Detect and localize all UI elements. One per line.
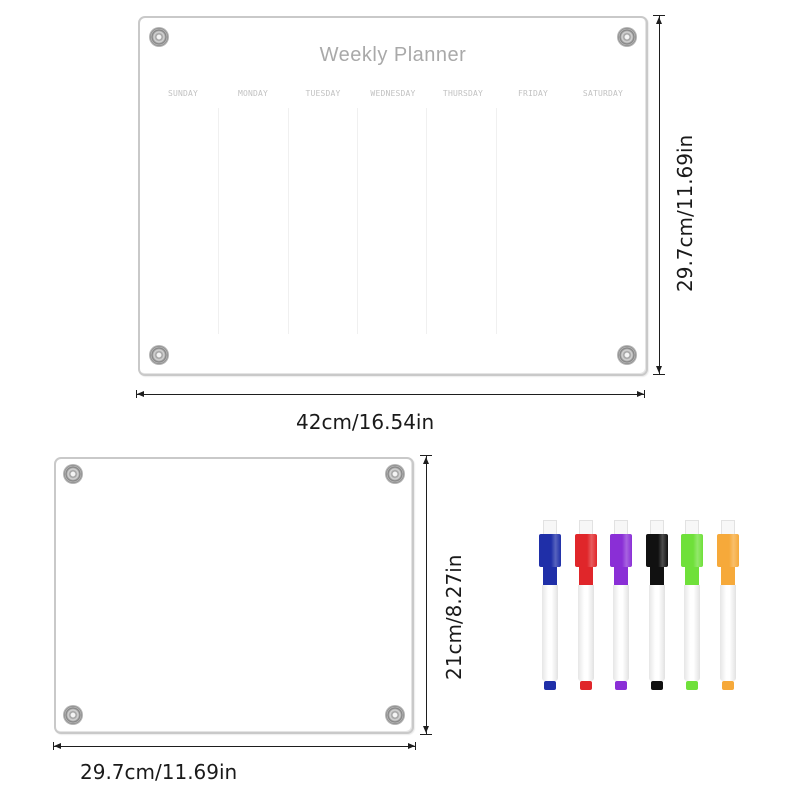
arrow-down-icon bbox=[656, 366, 662, 373]
marker-eraser-cap bbox=[614, 520, 628, 534]
large-width-label: 42cm/16.54in bbox=[296, 410, 435, 434]
marker-barrel bbox=[684, 585, 700, 681]
marker-black bbox=[646, 520, 668, 692]
marker-neck bbox=[650, 567, 664, 585]
day-label-friday: FRIDAY bbox=[517, 89, 549, 98]
marker-tip bbox=[544, 681, 556, 690]
marker-neck bbox=[685, 567, 699, 585]
marker-neck bbox=[614, 567, 628, 585]
arrow-down-icon bbox=[423, 726, 429, 733]
marker-neck bbox=[543, 567, 557, 585]
day-header-row: SUNDAY MONDAY TUESDAY WEDNESDAY THURSDAY… bbox=[148, 89, 638, 98]
marker-purple bbox=[610, 520, 632, 692]
arrow-up-icon bbox=[423, 457, 429, 464]
planner-title: Weekly Planner bbox=[319, 44, 467, 66]
marker-eraser-cap bbox=[579, 520, 593, 534]
day-label-thursday: THURSDAY bbox=[442, 89, 484, 98]
marker-tip bbox=[615, 681, 627, 690]
large-height-dimension-line bbox=[659, 16, 660, 374]
large-width-dimension-line bbox=[137, 394, 644, 395]
day-label-sunday: SUNDAY bbox=[167, 89, 199, 98]
marker-eraser-cap bbox=[650, 520, 664, 534]
column-divider bbox=[357, 108, 358, 334]
day-label-saturday: SATURDAY bbox=[582, 89, 624, 98]
small-width-dimension-line bbox=[54, 746, 415, 747]
marker-red bbox=[575, 520, 597, 692]
screw-icon bbox=[386, 706, 404, 724]
dimension-tick bbox=[415, 742, 416, 750]
marker-neck bbox=[579, 567, 593, 585]
marker-green bbox=[681, 520, 703, 692]
marker-neck bbox=[721, 567, 735, 585]
day-label-tuesday: TUESDAY bbox=[305, 89, 341, 98]
marker-eraser-cap bbox=[721, 520, 735, 534]
dimension-tick bbox=[653, 374, 665, 375]
small-height-label: 21cm/8.27in bbox=[442, 554, 466, 680]
marker-cap bbox=[646, 534, 668, 567]
arrow-right-icon bbox=[637, 391, 644, 397]
marker-cap bbox=[539, 534, 561, 567]
marker-eraser-cap bbox=[685, 520, 699, 534]
screw-icon bbox=[64, 706, 82, 724]
arrow-left-icon bbox=[54, 743, 61, 749]
column-divider bbox=[496, 108, 497, 334]
marker-tip bbox=[580, 681, 592, 690]
dimension-tick bbox=[644, 390, 645, 398]
screw-icon bbox=[64, 465, 82, 483]
large-height-label: 29.7cm/11.69in bbox=[673, 134, 697, 292]
small-width-label: 29.7cm/11.69in bbox=[80, 760, 238, 784]
marker-tip bbox=[722, 681, 734, 690]
arrow-right-icon bbox=[408, 743, 415, 749]
marker-tip bbox=[651, 681, 663, 690]
marker-blue bbox=[539, 520, 561, 692]
small-height-dimension-line bbox=[426, 456, 427, 734]
screw-icon bbox=[150, 346, 168, 364]
dimension-tick bbox=[420, 734, 432, 735]
day-label-wednesday: WEDNESDAY bbox=[370, 89, 416, 98]
marker-cap bbox=[717, 534, 739, 567]
marker-cap bbox=[681, 534, 703, 567]
day-label-monday: MONDAY bbox=[237, 89, 269, 98]
arrow-up-icon bbox=[656, 17, 662, 24]
column-divider bbox=[218, 108, 219, 334]
blank-board bbox=[54, 457, 414, 734]
screw-icon bbox=[618, 346, 636, 364]
arrow-left-icon bbox=[137, 391, 144, 397]
screw-icon bbox=[386, 465, 404, 483]
marker-cap bbox=[610, 534, 632, 567]
marker-barrel bbox=[542, 585, 558, 681]
marker-cap bbox=[575, 534, 597, 567]
marker-orange bbox=[717, 520, 739, 692]
marker-barrel bbox=[649, 585, 665, 681]
column-divider bbox=[288, 108, 289, 334]
marker-barrel bbox=[578, 585, 594, 681]
marker-eraser-cap bbox=[543, 520, 557, 534]
marker-barrel bbox=[613, 585, 629, 681]
marker-barrel bbox=[720, 585, 736, 681]
column-divider bbox=[426, 108, 427, 334]
weekly-planner-board: Weekly Planner SUNDAY MONDAY TUESDAY WED… bbox=[138, 16, 648, 376]
marker-tip bbox=[686, 681, 698, 690]
